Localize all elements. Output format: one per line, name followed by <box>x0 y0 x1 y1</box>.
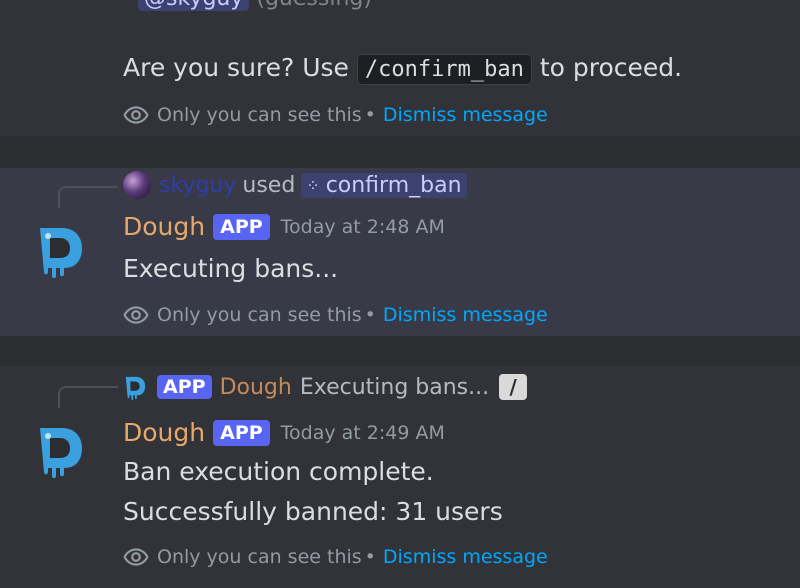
message-complete: APP Dough Executing bans... / Dough APP … <box>0 366 800 588</box>
cutoff-line: @skyguy (guessing) <box>138 0 372 11</box>
slash-command-icon: ⁘ <box>306 175 320 195</box>
eye-icon <box>123 106 149 124</box>
separator-dot: • <box>364 546 376 568</box>
dismiss-message-link[interactable]: Dismiss message <box>383 104 548 126</box>
cutoff-text: (guessing) <box>256 0 372 11</box>
reply-context[interactable]: APP Dough Executing bans... / <box>123 374 528 400</box>
message-executing: skyguy used ⁘ confirm_ban Dough APP Toda… <box>0 168 800 336</box>
mention-pill[interactable]: @skyguy <box>138 0 250 11</box>
dismiss-message-link[interactable]: Dismiss message <box>383 546 548 568</box>
command-code: /confirm_ban <box>356 54 532 85</box>
reply-connector <box>58 186 118 208</box>
message-header: Dough APP Today at 2:49 AM <box>123 418 445 447</box>
reply-author[interactable]: Dough <box>220 375 292 400</box>
dismiss-message-link[interactable]: Dismiss message <box>383 304 548 326</box>
ephemeral-text: Only you can see this <box>157 104 362 126</box>
message-body-line-2: Successfully banned: 31 users <box>123 497 503 526</box>
ephemeral-notice: Only you can see this • Dismiss message <box>123 302 548 328</box>
dough-mini-avatar[interactable] <box>123 374 147 400</box>
separator-dot: • <box>364 104 376 126</box>
message-body: Executing bans... <box>123 254 339 283</box>
slash-command-icon: / <box>499 374 528 400</box>
message-divider <box>0 136 800 168</box>
dough-avatar[interactable] <box>34 422 86 478</box>
message-body: Are you sure? Use /confirm_ban to procee… <box>123 53 683 85</box>
command-pill[interactable]: ⁘ confirm_ban <box>301 172 467 198</box>
author-name[interactable]: Dough <box>123 418 205 447</box>
ephemeral-text: Only you can see this <box>157 304 362 326</box>
command-name: confirm_ban <box>325 172 462 198</box>
reply-connector <box>58 386 118 408</box>
message-header: Dough APP Today at 2:48 AM <box>123 212 445 241</box>
reply-context[interactable]: skyguy used ⁘ confirm_ban <box>123 171 467 199</box>
app-badge: APP <box>213 419 270 446</box>
ephemeral-text: Only you can see this <box>157 546 362 568</box>
body-text: to proceed. <box>539 53 683 82</box>
reply-preview[interactable]: Executing bans... <box>300 375 489 400</box>
eye-icon <box>123 306 149 324</box>
app-badge: APP <box>213 213 270 240</box>
message-divider <box>0 336 800 366</box>
reply-username[interactable]: skyguy <box>159 173 236 198</box>
timestamp[interactable]: Today at 2:49 AM <box>281 422 445 444</box>
separator-dot: • <box>364 304 376 326</box>
timestamp[interactable]: Today at 2:48 AM <box>281 216 445 238</box>
message-body-line-1: Ban execution complete. <box>123 457 434 486</box>
eye-icon <box>123 548 149 566</box>
body-text: Are you sure? Use <box>123 53 349 82</box>
dough-avatar[interactable] <box>34 222 86 278</box>
user-avatar[interactable] <box>123 171 151 199</box>
reply-app-badge: APP <box>157 375 212 399</box>
reply-used-text: used <box>242 172 296 198</box>
ephemeral-notice: Only you can see this • Dismiss message <box>123 544 548 570</box>
ephemeral-notice: Only you can see this • Dismiss message <box>123 102 548 128</box>
previous-message: @skyguy (guessing) Are you sure? Use /co… <box>0 0 800 136</box>
author-name[interactable]: Dough <box>123 212 205 241</box>
